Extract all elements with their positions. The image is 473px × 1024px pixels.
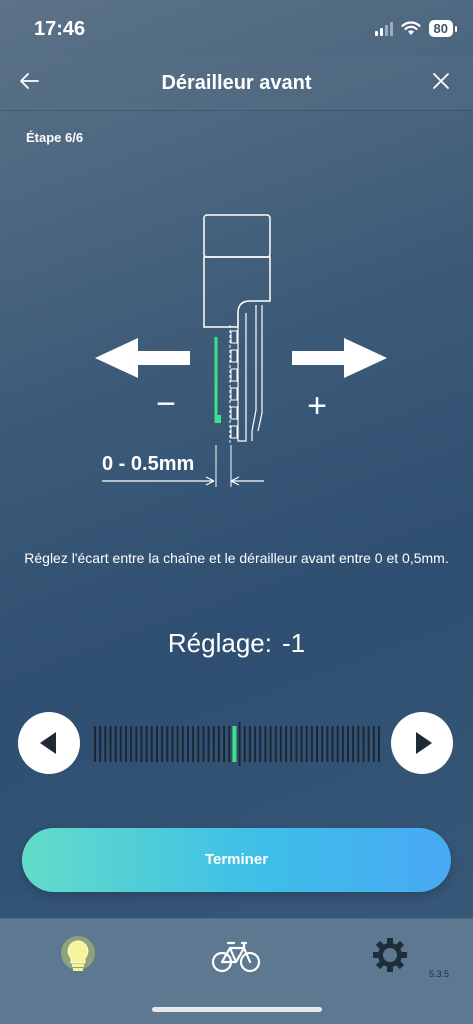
instruction-text: Réglez l'écart entre la chaîne et le dér… xyxy=(24,550,449,566)
wifi-icon xyxy=(400,21,421,35)
arrow-left-icon xyxy=(95,338,190,378)
lightbulb-icon xyxy=(61,936,95,971)
tab-tips[interactable] xyxy=(58,935,108,975)
close-button[interactable] xyxy=(431,70,451,98)
signal-icon xyxy=(374,21,393,36)
status-bar: 17:46 80 xyxy=(0,0,473,56)
arrow-right-icon xyxy=(292,338,387,378)
page-title: Dérailleur avant xyxy=(161,72,312,94)
status-time: 17:46 xyxy=(34,18,86,40)
gear-icon xyxy=(373,938,407,972)
decrease-button[interactable] xyxy=(18,712,80,774)
derailleur-diagram: − + 0 - 0.5mm xyxy=(95,214,387,487)
finish-button[interactable]: Terminer xyxy=(22,828,451,892)
setting-value: -1 xyxy=(281,628,306,658)
chain xyxy=(229,325,238,445)
tick-scale[interactable] xyxy=(93,722,381,766)
step-label: Étape 6/6 xyxy=(26,130,84,145)
close-icon xyxy=(433,73,449,89)
nav-bar: Dérailleur avant xyxy=(0,56,473,111)
tab-settings[interactable] xyxy=(370,935,420,975)
plus-label: + xyxy=(307,387,327,425)
derailleur-clamp xyxy=(203,214,271,258)
setting-readout: Réglage: -1 xyxy=(0,628,473,659)
chainring-marker xyxy=(215,415,221,423)
gap-measurement-label: 0 - 0.5mm xyxy=(102,453,194,475)
battery-indicator: 80 xyxy=(428,20,458,37)
cage-inner-plate xyxy=(237,313,247,442)
triangle-left-icon xyxy=(40,732,56,754)
setting-label: Réglage: xyxy=(167,628,272,658)
minus-label: − xyxy=(156,385,176,423)
bicycle-icon xyxy=(211,941,261,973)
increase-button[interactable] xyxy=(391,712,453,774)
tab-bar: 5.3.5 xyxy=(0,918,473,1024)
version-label: 5.3.5 xyxy=(428,969,449,979)
status-icons: 80 xyxy=(374,20,458,37)
home-indicator[interactable] xyxy=(152,1007,322,1012)
adjustment-slider xyxy=(0,702,473,782)
derailleur-body xyxy=(203,256,271,328)
cage-outer-plate xyxy=(251,305,263,441)
triangle-right-icon xyxy=(416,732,432,754)
tab-bike[interactable] xyxy=(210,935,261,975)
